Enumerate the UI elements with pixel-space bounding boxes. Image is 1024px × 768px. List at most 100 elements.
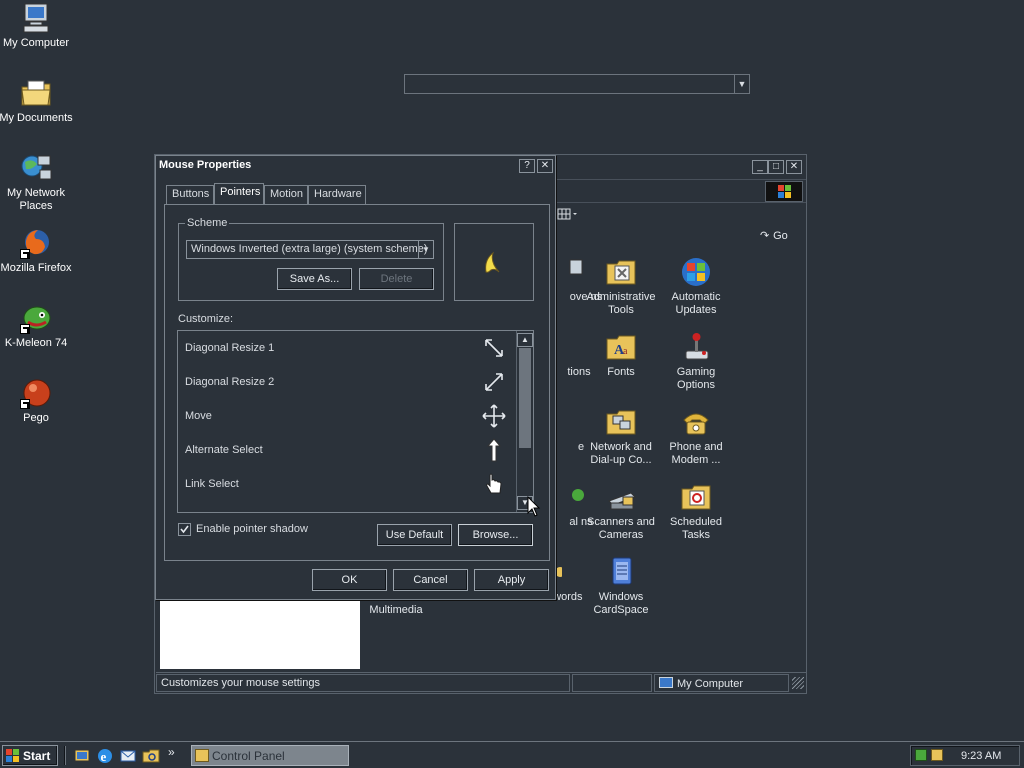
status-zone: My Computer (654, 674, 789, 692)
cp-item-label: Gaming Options (676, 366, 716, 391)
desktop-icon-my-computer[interactable]: My Computer (0, 2, 74, 50)
fonts-folder-icon: Aa (605, 331, 637, 363)
add-remove-programs-icon (552, 256, 584, 288)
address-dropdown-button[interactable]: ▼ (734, 75, 749, 93)
quicklaunch-more-icon[interactable]: » (168, 745, 175, 759)
delete-button[interactable]: Delete (359, 268, 434, 290)
desktop-icon-label: My Network Places (6, 187, 66, 212)
dialog-title: Mouse Properties (159, 159, 252, 171)
desktop-icon-k-meleon[interactable]: K-Meleon 74 (0, 302, 74, 350)
minimize-button[interactable]: _ (752, 160, 768, 174)
taskbar: Start e » Control Panel 9:23 AM (0, 741, 1024, 768)
tab-motion[interactable]: Motion (264, 185, 308, 204)
status-zone-label: My Computer (677, 678, 744, 690)
pego-icon (20, 377, 52, 409)
enable-pointer-shadow-checkbox[interactable] (178, 523, 191, 536)
volume-tray-icon[interactable] (931, 749, 943, 761)
network-tray-icon[interactable] (915, 749, 927, 761)
show-desktop-icon[interactable] (73, 747, 91, 765)
administrative-tools-icon (605, 256, 637, 288)
diagonal-resize-2-icon (482, 370, 506, 394)
svg-text:e: e (101, 749, 107, 764)
busy-pointer-icon (485, 251, 500, 273)
info-panel (160, 598, 360, 669)
desktop-icon-label: My Computer (2, 37, 70, 49)
close-button[interactable]: ✕ (786, 160, 802, 174)
resize-grip-icon[interactable] (792, 677, 804, 689)
windows-explorer-icon[interactable] (142, 747, 160, 765)
cp-item-windows-cardspace[interactable]: Windows CardSpace (583, 556, 659, 617)
cp-item-network-dialup[interactable]: Network and Dial-up Co... (583, 406, 659, 467)
maximize-button[interactable]: □ (768, 160, 784, 174)
go-button[interactable]: ↷ Go (760, 229, 788, 247)
desktop-icon-my-network-places[interactable]: My Network Places (0, 152, 74, 213)
cp-item-label: Automatic Updates (671, 291, 721, 316)
cp-item-label: Multimedia (369, 604, 423, 616)
start-button[interactable]: Start (2, 745, 58, 766)
taskbar-separator (64, 746, 66, 765)
cp-item-label: Network and Dial-up Co... (590, 441, 652, 466)
pointer-list[interactable]: Diagonal Resize 1 Diagonal Resize 2 Move… (177, 330, 534, 513)
taskbar-control-panel-button[interactable]: Control Panel (191, 745, 349, 766)
list-item[interactable]: Diagonal Resize 2 (178, 365, 516, 399)
list-item-label: Diagonal Resize 2 (185, 376, 275, 388)
desktop-icon-pego[interactable]: Pego (0, 377, 74, 425)
desktop-icon-my-documents[interactable]: My Documents (0, 77, 74, 125)
cp-item-phone-modem[interactable]: Phone and Modem ... (658, 406, 734, 467)
scroll-thumb[interactable] (519, 348, 531, 448)
cp-item-multimedia[interactable]: Multimedia (358, 604, 434, 617)
outlook-express-icon[interactable] (119, 747, 137, 765)
list-item[interactable]: Diagonal Resize 1 (178, 331, 516, 365)
cp-item-label: Scheduled Tasks (670, 516, 722, 541)
diagonal-resize-1-icon (482, 336, 506, 360)
ok-button[interactable]: OK (312, 569, 387, 591)
shortcut-arrow-icon (20, 249, 30, 259)
clock[interactable]: 9:23 AM (961, 750, 1001, 762)
scroll-up-arrow-icon[interactable]: ▲ (517, 333, 533, 347)
browse-button[interactable]: Browse... (458, 524, 533, 546)
cp-item-label: Fonts (607, 366, 635, 378)
list-item[interactable]: Link Select (178, 467, 516, 501)
dialog-close-button[interactable]: ✕ (537, 159, 553, 173)
cp-item-scheduled-tasks[interactable]: Scheduled Tasks (658, 481, 734, 542)
save-as-button[interactable]: Save As... (277, 268, 352, 290)
desktop-icon-label: Pego (23, 412, 49, 424)
svg-text:a: a (623, 346, 628, 357)
cp-item-administrative-tools[interactable]: Administrative Tools (583, 256, 659, 317)
address-field[interactable]: ▼ (404, 74, 750, 94)
go-label: Go (773, 230, 788, 242)
cp-item-fonts[interactable]: Aa Fonts (583, 331, 659, 379)
list-item[interactable]: Move (178, 399, 516, 433)
go-arrow-icon: ↷ (760, 230, 770, 242)
tab-buttons[interactable]: Buttons (166, 185, 214, 204)
cp-item-gaming-options[interactable]: Gaming Options (658, 331, 734, 392)
partial-icon (552, 406, 584, 438)
task-label: Control Panel (212, 749, 285, 763)
network-connections-icon (605, 406, 637, 438)
apply-button[interactable]: Apply (474, 569, 549, 591)
use-default-button[interactable]: Use Default (377, 524, 452, 546)
k-meleon-icon (20, 302, 52, 334)
tab-hardware[interactable]: Hardware (308, 185, 366, 204)
checkmark-icon (180, 525, 189, 534)
system-tray: 9:23 AM (910, 745, 1020, 766)
scanner-icon (605, 481, 637, 513)
internet-explorer-icon[interactable]: e (96, 747, 114, 765)
scheme-select[interactable]: Windows Inverted (extra large) (system s… (186, 240, 434, 259)
views-icon[interactable] (557, 207, 579, 221)
tab-pointers[interactable]: Pointers (214, 183, 264, 205)
cp-item-label: Windows CardSpace (593, 591, 649, 616)
cp-item-scanners-cameras[interactable]: Scanners and Cameras (583, 481, 659, 542)
chevron-down-icon[interactable]: ▼ (418, 241, 433, 258)
list-item[interactable]: Alternate Select (178, 433, 516, 467)
customize-label: Customize: (178, 313, 234, 325)
pointer-list-scrollbar[interactable]: ▲ ▼ (516, 331, 533, 512)
desktop-icon-mozilla-firefox[interactable]: Mozilla Firefox (0, 227, 74, 275)
partial-icon (552, 481, 584, 513)
enable-pointer-shadow-label[interactable]: Enable pointer shadow (196, 523, 308, 535)
cp-item-automatic-updates[interactable]: Automatic Updates (658, 256, 734, 317)
help-button[interactable]: ? (519, 159, 535, 173)
list-item-label: Alternate Select (185, 444, 263, 456)
partial-icon (552, 331, 584, 363)
cancel-button[interactable]: Cancel (393, 569, 468, 591)
